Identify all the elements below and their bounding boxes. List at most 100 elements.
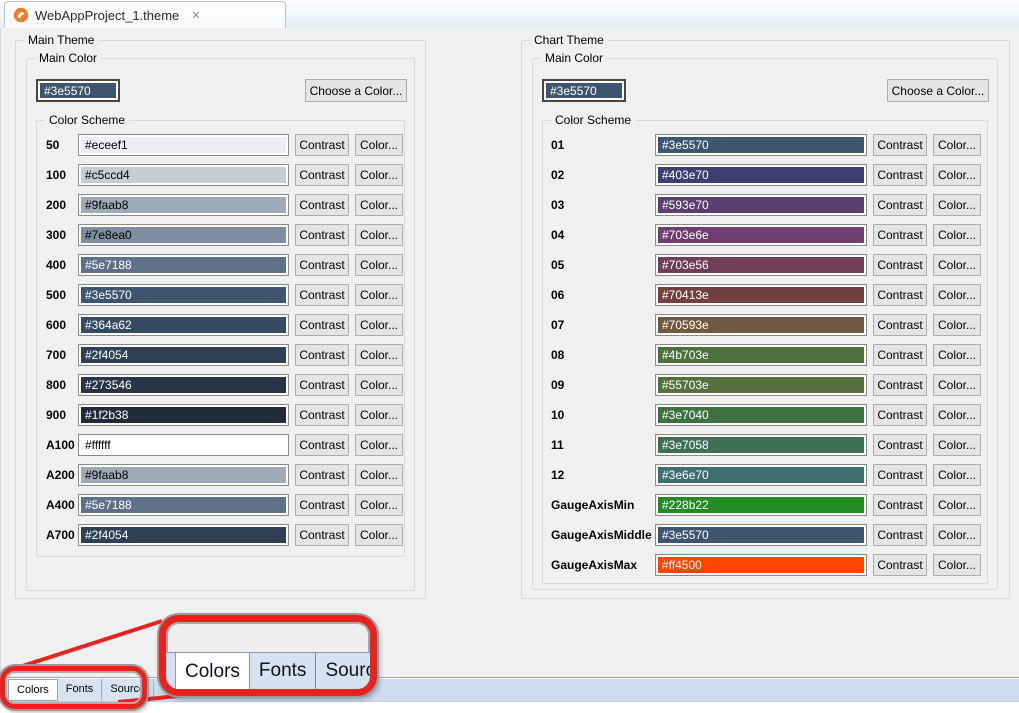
color-value-field[interactable]: #228b22	[655, 494, 867, 516]
color-button[interactable]: Color...	[355, 224, 403, 246]
contrast-button[interactable]: Contrast	[295, 224, 349, 246]
color-value-field[interactable]: #3e5570	[655, 134, 867, 156]
contrast-button[interactable]: Contrast	[295, 194, 349, 216]
contrast-button[interactable]: Contrast	[295, 404, 349, 426]
contrast-button[interactable]: Contrast	[873, 194, 927, 216]
color-button[interactable]: Color...	[355, 434, 403, 456]
contrast-button[interactable]: Contrast	[295, 374, 349, 396]
contrast-button[interactable]: Contrast	[873, 254, 927, 276]
color-button[interactable]: Color...	[355, 254, 403, 276]
color-value-field[interactable]: #eceef1	[78, 134, 289, 156]
color-value-field[interactable]: #c5ccd4	[78, 164, 289, 186]
color-value-field[interactable]: #593e70	[655, 194, 867, 216]
color-value-field[interactable]: #403e70	[655, 164, 867, 186]
contrast-button[interactable]: Contrast	[295, 164, 349, 186]
color-button[interactable]: Color...	[933, 284, 981, 306]
contrast-button[interactable]: Contrast	[295, 284, 349, 306]
color-value-field[interactable]: #703e56	[655, 254, 867, 276]
contrast-button[interactable]: Contrast	[295, 344, 349, 366]
contrast-button[interactable]: Contrast	[873, 554, 927, 576]
magnified-tab-source[interactable]: Source	[316, 653, 377, 689]
color-button[interactable]: Color...	[355, 194, 403, 216]
color-value-field[interactable]: #3e7040	[655, 404, 867, 426]
color-value-field[interactable]: #9faab8	[78, 464, 289, 486]
color-button[interactable]: Color...	[355, 524, 403, 546]
color-value-field[interactable]: #7e8ea0	[78, 224, 289, 246]
contrast-button[interactable]: Contrast	[873, 404, 927, 426]
contrast-button[interactable]: Contrast	[873, 284, 927, 306]
color-value-field[interactable]: #9faab8	[78, 194, 289, 216]
main-color-value-field[interactable]: #3e5570	[542, 79, 626, 102]
color-value-field[interactable]: #2f4054	[78, 524, 289, 546]
color-value-field[interactable]: #3e7058	[655, 434, 867, 456]
color-value-field[interactable]: #70413e	[655, 284, 867, 306]
contrast-button[interactable]: Contrast	[873, 164, 927, 186]
editor-tab[interactable]: WebAppProject_1.theme ✕	[4, 1, 286, 28]
contrast-button[interactable]: Contrast	[873, 464, 927, 486]
color-button[interactable]: Color...	[933, 134, 981, 156]
color-value-field[interactable]: #5e7188	[78, 494, 289, 516]
color-value-field[interactable]: #5e7188	[78, 254, 289, 276]
close-icon[interactable]: ✕	[191, 9, 200, 22]
color-value-field[interactable]: #ffffff	[78, 434, 289, 456]
contrast-button[interactable]: Contrast	[873, 314, 927, 336]
color-value-field[interactable]: #4b703e	[655, 344, 867, 366]
color-button[interactable]: Color...	[355, 134, 403, 156]
contrast-button[interactable]: Contrast	[873, 344, 927, 366]
color-button[interactable]: Color...	[355, 494, 403, 516]
color-button[interactable]: Color...	[933, 554, 981, 576]
contrast-button[interactable]: Contrast	[295, 434, 349, 456]
contrast-button[interactable]: Contrast	[295, 314, 349, 336]
contrast-button[interactable]: Contrast	[295, 464, 349, 486]
contrast-button[interactable]: Contrast	[873, 434, 927, 456]
color-button[interactable]: Color...	[933, 404, 981, 426]
color-value-field[interactable]: #703e6e	[655, 224, 867, 246]
contrast-button[interactable]: Contrast	[873, 224, 927, 246]
color-value-field[interactable]: #55703e	[655, 374, 867, 396]
contrast-button[interactable]: Contrast	[295, 254, 349, 276]
color-button[interactable]: Color...	[933, 224, 981, 246]
color-value-field[interactable]: #364a62	[78, 314, 289, 336]
contrast-button[interactable]: Contrast	[873, 374, 927, 396]
color-value-field[interactable]: #3e5570	[655, 524, 867, 546]
color-button[interactable]: Color...	[933, 254, 981, 276]
magnified-tab-fonts[interactable]: Fonts	[250, 653, 317, 689]
color-button[interactable]: Color...	[933, 374, 981, 396]
main-color-value-field[interactable]: #3e5570	[36, 79, 120, 102]
editor-tab-bar: WebAppProject_1.theme ✕	[0, 0, 1019, 29]
theme-file-icon	[13, 7, 29, 23]
color-button[interactable]: Color...	[355, 284, 403, 306]
color-button[interactable]: Color...	[933, 344, 981, 366]
color-button[interactable]: Color...	[355, 374, 403, 396]
color-button[interactable]: Color...	[933, 464, 981, 486]
color-value-field[interactable]: #ff4500	[655, 554, 867, 576]
scheme-row: 300#7e8ea0ContrastColor...	[46, 224, 404, 246]
color-button[interactable]: Color...	[933, 494, 981, 516]
color-value-field[interactable]: #3e6e70	[655, 464, 867, 486]
contrast-button[interactable]: Contrast	[873, 134, 927, 156]
color-button[interactable]: Color...	[933, 164, 981, 186]
color-value-field[interactable]: #2f4054	[78, 344, 289, 366]
color-value-field[interactable]: #273546	[78, 374, 289, 396]
scheme-row: GaugeAxisMax#ff4500ContrastColor...	[551, 554, 987, 576]
color-button[interactable]: Color...	[355, 314, 403, 336]
color-button[interactable]: Color...	[355, 344, 403, 366]
contrast-button[interactable]: Contrast	[295, 134, 349, 156]
color-button[interactable]: Color...	[355, 404, 403, 426]
color-value-field[interactable]: #1f2b38	[78, 404, 289, 426]
color-value-field[interactable]: #70593e	[655, 314, 867, 336]
color-button[interactable]: Color...	[355, 164, 403, 186]
color-button[interactable]: Color...	[933, 194, 981, 216]
contrast-button[interactable]: Contrast	[295, 524, 349, 546]
color-value-field[interactable]: #3e5570	[78, 284, 289, 306]
color-button[interactable]: Color...	[933, 434, 981, 456]
contrast-button[interactable]: Contrast	[873, 524, 927, 546]
color-button[interactable]: Color...	[933, 314, 981, 336]
color-button[interactable]: Color...	[933, 524, 981, 546]
color-button[interactable]: Color...	[355, 464, 403, 486]
magnified-tab-colors[interactable]: Colors	[175, 652, 250, 689]
choose-color-button[interactable]: Choose a Color...	[887, 79, 989, 102]
contrast-button[interactable]: Contrast	[873, 494, 927, 516]
choose-color-button[interactable]: Choose a Color...	[305, 79, 407, 102]
contrast-button[interactable]: Contrast	[295, 494, 349, 516]
